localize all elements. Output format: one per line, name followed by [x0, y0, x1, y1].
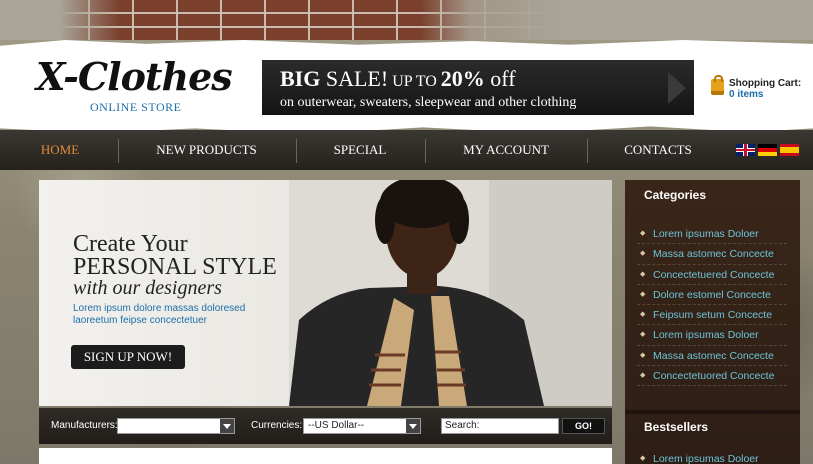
hero-heading-line1: Create Your [73, 231, 188, 257]
shopping-bag-icon[interactable] [711, 75, 724, 95]
category-item[interactable]: Massa astomec Concecte [637, 346, 787, 367]
hero-banner: Create Your PERSONAL STYLE with our desi… [39, 180, 612, 406]
flag-spain-icon[interactable] [780, 144, 799, 156]
nav-my-account[interactable]: MY ACCOUNT [446, 130, 566, 170]
chevron-down-icon[interactable] [220, 419, 234, 433]
flag-uk-icon[interactable] [736, 144, 755, 156]
brick-wall-strip [0, 0, 813, 40]
category-item[interactable]: Lorem ipsumas Doloer [637, 325, 787, 346]
flag-germany-icon[interactable] [758, 144, 777, 156]
category-item[interactable]: Lorem ipsumas Doloer [637, 224, 787, 245]
sidebar-divider [625, 410, 800, 414]
content-area [39, 448, 612, 464]
currency-value: --US Dollar-- [308, 420, 365, 431]
nav-separator [118, 139, 119, 163]
category-item[interactable]: Feipsum setum Concecte [637, 305, 787, 326]
cart-count[interactable]: 0 items [729, 89, 763, 100]
model-photo [289, 180, 612, 406]
category-item[interactable]: Concectetuered Concecte [637, 265, 787, 285]
nav-separator [425, 139, 426, 163]
sidebar: Categories Lorem ipsumas Doloer Massa as… [625, 180, 800, 464]
go-button[interactable]: GO! [562, 418, 605, 434]
categories-title: Categories [644, 188, 707, 202]
banner-percent: 20% [440, 66, 485, 91]
banner-upto: UP TO [388, 73, 441, 90]
banner-sale: SALE! [320, 66, 389, 91]
logo-subtitle: ONLINE STORE [90, 100, 182, 114]
nav-contacts[interactable]: CONTACTS [608, 130, 708, 170]
sale-banner[interactable]: BIG SALE! UP TO 20% off on outerwear, sw… [262, 60, 694, 115]
nav-new-products[interactable]: NEW PRODUCTS [140, 130, 273, 170]
banner-subline: on outerwear, sweaters, sleepwear and ot… [280, 95, 577, 110]
search-input[interactable]: Search: [441, 418, 559, 434]
categories-list: Lorem ipsumas Doloer Massa astomec Conce… [637, 224, 787, 387]
banner-headline: BIG SALE! UP TO 20% off [280, 66, 694, 95]
manufacturers-label: Manufacturers: [51, 420, 118, 431]
banner-off: off [484, 66, 516, 91]
nav-home[interactable]: HOME [22, 130, 98, 170]
sign-up-button[interactable]: SIGN UP NOW! [71, 345, 185, 369]
bestsellers-title: Bestsellers [644, 420, 709, 434]
nav-separator [587, 139, 588, 163]
hero-text: Lorem ipsum dolore massas doloresed laor… [73, 303, 246, 326]
category-item[interactable]: Massa astomec Concecte [637, 244, 787, 265]
main-nav: HOME NEW PRODUCTS SPECIAL MY ACCOUNT CON… [0, 130, 813, 170]
logo[interactable]: X-Clothes [36, 58, 233, 96]
cart-title[interactable]: Shopping Cart: [729, 78, 801, 89]
nav-separator [296, 139, 297, 163]
manufacturers-select[interactable] [117, 418, 235, 434]
bestseller-item[interactable]: Lorem ipsumas Doloer [637, 450, 787, 464]
currencies-label: Currencies: [251, 420, 303, 431]
chevron-down-icon[interactable] [406, 419, 420, 433]
banner-big: BIG [280, 66, 321, 91]
hero-heading-line3: with our designers [73, 277, 222, 299]
category-item[interactable]: Dolore estomel Concecte [637, 285, 787, 306]
currency-select[interactable]: --US Dollar-- [303, 418, 421, 434]
nav-special[interactable]: SPECIAL [318, 130, 402, 170]
filter-bar: Manufacturers: Currencies: --US Dollar--… [39, 408, 612, 444]
category-item[interactable]: Concectetuored Concecte [637, 366, 787, 387]
